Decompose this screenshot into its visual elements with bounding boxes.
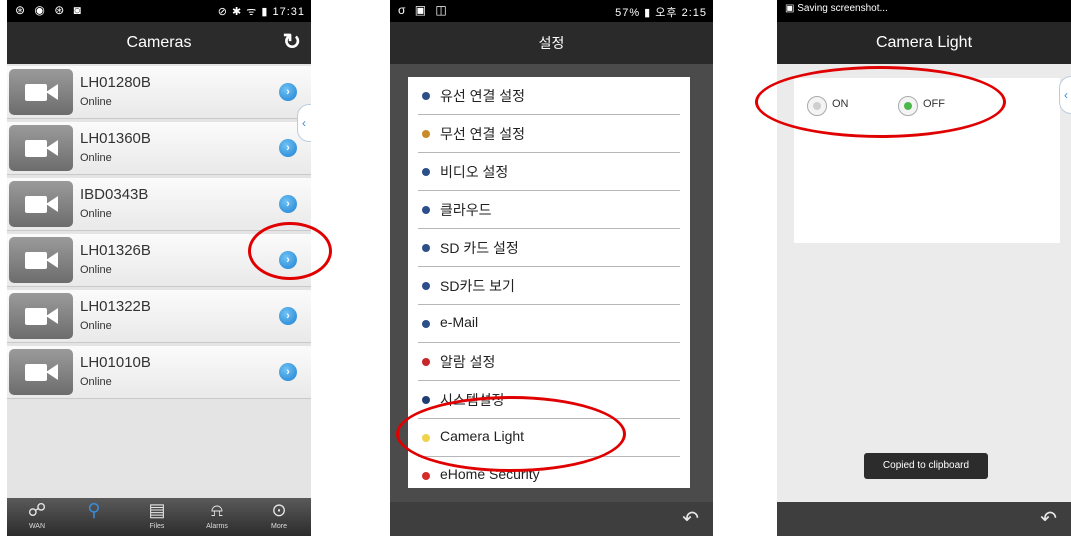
- tab-wan[interactable]: ☍ WAN: [17, 498, 57, 536]
- camera-status: Online: [80, 376, 112, 388]
- annotation-circle-on-off: [755, 66, 1006, 138]
- bullet-icon: [422, 320, 430, 328]
- tab-label: Alarms: [206, 523, 228, 530]
- camera-thumbnail-icon: [9, 125, 73, 171]
- more-icon: ⊙: [271, 500, 287, 520]
- camera-row[interactable]: LH01322B Online ›: [7, 290, 311, 343]
- tab-label: Files: [149, 523, 165, 530]
- page-title: Cameras: [126, 34, 192, 51]
- bullet-icon: [422, 168, 430, 176]
- settings-item[interactable]: 무선 연결 설정: [418, 115, 680, 153]
- camera-thumbnail-icon: [9, 69, 73, 115]
- title-bar: Camera Light: [777, 22, 1071, 64]
- settings-item-label: 유선 연결 설정: [440, 88, 526, 104]
- camera-status: Online: [80, 208, 112, 220]
- page-title: 설정: [538, 35, 565, 51]
- camera-status: Online: [80, 264, 112, 276]
- settings-item[interactable]: e-Mail: [418, 305, 680, 343]
- camera-status: Online: [80, 96, 112, 108]
- status-clock: 57% ▮ 오후 2:15: [615, 7, 707, 19]
- status-bar: ▣ Saving screenshot...: [777, 0, 1071, 22]
- bullet-icon: [422, 282, 430, 290]
- settings-item[interactable]: 비디오 설정: [418, 153, 680, 191]
- clock-text: 17:31: [272, 6, 305, 18]
- bottom-tab-bar: ☍ WAN ⚲ ▤ Files ⍾ Alarms ⊙ More: [7, 498, 311, 536]
- chevron-right-icon[interactable]: ›: [279, 307, 297, 325]
- tab-label: WAN: [28, 523, 46, 530]
- tab-search[interactable]: ⚲: [74, 498, 114, 536]
- settings-item-label: 클라우드: [440, 202, 492, 218]
- camera-status: Online: [80, 320, 112, 332]
- chevron-right-icon[interactable]: ›: [279, 363, 297, 381]
- tab-more[interactable]: ⊙ More: [259, 498, 299, 536]
- people-icon: ☍: [27, 500, 47, 520]
- status-text: Saving screenshot...: [797, 3, 888, 14]
- search-icon: ⚲: [87, 500, 101, 520]
- status-bar: σ ▣ ◫ 57% ▮ 오후 2:15: [390, 0, 713, 22]
- settings-item[interactable]: 클라우드: [418, 191, 680, 229]
- camera-thumbnail-icon: [9, 181, 73, 227]
- status-system-icons: ⊘ ✱ ᯤ: [217, 6, 258, 18]
- camera-thumbnail-icon: [9, 293, 73, 339]
- camera-name: LH01280B: [80, 74, 151, 91]
- drawer-handle-icon[interactable]: ‹: [1059, 76, 1071, 114]
- camera-name: LH01010B: [80, 354, 151, 371]
- camera-row[interactable]: LH01010B Online ›: [7, 346, 311, 399]
- back-icon[interactable]: ↶: [1040, 506, 1057, 531]
- clipboard-icon: ▤: [148, 500, 166, 520]
- camera-name: IBD0343B: [80, 186, 149, 203]
- bullet-icon: [422, 472, 430, 480]
- chevron-right-icon[interactable]: ›: [279, 195, 297, 213]
- bottom-bar: ↶: [777, 502, 1071, 536]
- bottom-bar: ↶: [390, 502, 713, 536]
- status-bar: ⊛ ◉ ⊛ ◙ ⊘ ✱ ᯤ ▮ 17:31: [7, 0, 311, 22]
- settings-item-label: 무선 연결 설정: [440, 126, 526, 142]
- chevron-right-icon[interactable]: ›: [279, 139, 297, 157]
- camera-row[interactable]: IBD0343B Online ›: [7, 178, 311, 231]
- bullet-icon: [422, 206, 430, 214]
- tab-files[interactable]: ▤ Files: [137, 498, 177, 536]
- bullet-icon: [422, 358, 430, 366]
- status-notification-icons: ⊛ ◉ ⊛ ◙: [15, 3, 84, 17]
- camera-row[interactable]: LH01280B Online ›: [7, 66, 311, 119]
- toast-message: Copied to clipboard: [864, 453, 988, 479]
- camera-row[interactable]: LH01360B Online ›: [7, 122, 311, 175]
- drawer-handle-icon[interactable]: ‹: [297, 104, 311, 142]
- bullet-icon: [422, 396, 430, 404]
- settings-item-label: SD카드 보기: [440, 278, 515, 294]
- title-bar: 설정: [390, 22, 713, 64]
- camera-name: LH01322B: [80, 298, 151, 315]
- settings-item[interactable]: 유선 연결 설정: [418, 77, 680, 115]
- tab-alarms[interactable]: ⍾ Alarms: [197, 498, 237, 536]
- annotation-circle-camera-arrow: [248, 222, 332, 280]
- bullet-icon: [422, 130, 430, 138]
- tab-label: More: [271, 523, 287, 530]
- title-bar: Cameras ↻: [7, 22, 311, 64]
- settings-item[interactable]: SD카드 보기: [418, 267, 680, 305]
- settings-item[interactable]: SD 카드 설정: [418, 229, 680, 267]
- settings-item-label: 비디오 설정: [440, 164, 509, 180]
- camera-thumbnail-icon: [9, 349, 73, 395]
- refresh-icon[interactable]: ↻: [283, 22, 301, 62]
- settings-item-label: 알람 설정: [440, 354, 496, 370]
- camera-name: LH01326B: [80, 242, 151, 259]
- page-title: Camera Light: [875, 34, 973, 51]
- bullet-icon: [422, 92, 430, 100]
- settings-item[interactable]: 알람 설정: [418, 343, 680, 381]
- status-clock: ⊘ ✱ ᯤ ▮ 17:31: [217, 6, 305, 18]
- status-screenshot-text: ▣ Saving screenshot...: [785, 3, 888, 14]
- bell-icon: ⍾: [211, 500, 223, 520]
- camera-name: LH01360B: [80, 130, 151, 147]
- status-notification-icons: σ ▣ ◫: [398, 3, 450, 17]
- settings-item-label: SD 카드 설정: [440, 240, 519, 256]
- annotation-circle-camera-light: [396, 396, 626, 472]
- camera-thumbnail-icon: [9, 237, 73, 283]
- chevron-right-icon[interactable]: ›: [279, 83, 297, 101]
- back-icon[interactable]: ↶: [682, 506, 699, 531]
- camera-status: Online: [80, 152, 112, 164]
- bullet-icon: [422, 244, 430, 252]
- settings-item-label: e-Mail: [440, 314, 479, 330]
